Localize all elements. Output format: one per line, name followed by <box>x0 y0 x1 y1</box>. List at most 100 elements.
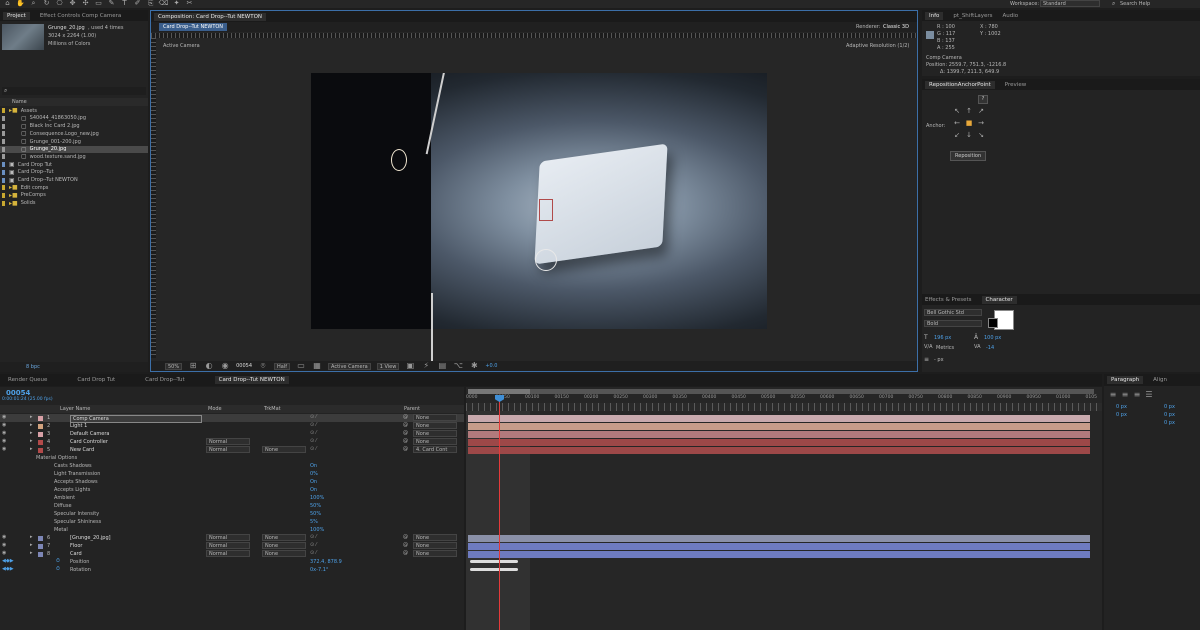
work-area-start[interactable] <box>468 389 530 394</box>
material-option-value[interactable]: 5% <box>310 519 318 525</box>
anchor-point-4[interactable]: ■ <box>964 119 974 129</box>
layer-row[interactable]: ◉ ▸ 6 [Grunge_20.jpg] Normal None ⊙ ⁄ @ None <box>0 534 464 542</box>
layer-row[interactable]: ◉ ▸ 7 Floor Normal None ⊙ ⁄ @ None <box>0 542 464 550</box>
camera-snapshot-icon[interactable]: ⌾ <box>258 361 268 371</box>
pickwhip-icon[interactable]: @ <box>403 422 408 428</box>
keyframe-graph[interactable] <box>470 560 518 563</box>
trkmat-dropdown[interactable]: None <box>262 534 306 541</box>
eye-icon[interactable]: ◉ <box>2 550 6 556</box>
layer-bar[interactable] <box>468 550 1090 558</box>
project-search[interactable]: ⌕ <box>2 87 146 95</box>
trkmat-dropdown[interactable]: None <box>262 542 306 549</box>
fast-preview-icon[interactable]: ⚡ <box>421 361 431 371</box>
zoom-icon[interactable]: ⌕ <box>28 0 39 8</box>
layer-bar[interactable] <box>468 542 1090 550</box>
tab-preview[interactable]: Preview <box>1005 82 1026 88</box>
project-item[interactable]: ▸■ Edit comps <box>0 184 148 192</box>
pen-icon[interactable]: ✎ <box>106 0 117 8</box>
justify-icon[interactable]: ☰ <box>1144 390 1154 400</box>
rect-icon[interactable]: ▭ <box>93 0 104 8</box>
keyframe-nav-icon[interactable]: ◀◆▶ <box>2 558 14 564</box>
mode-dropdown[interactable]: Normal <box>206 438 250 445</box>
space-before-value[interactable]: 0 px <box>1116 412 1127 418</box>
eye-icon[interactable]: ◉ <box>2 534 6 540</box>
expand-icon[interactable]: ▸ <box>30 414 33 420</box>
parent-dropdown[interactable]: None <box>413 438 457 445</box>
eye-icon[interactable]: ◉ <box>2 542 6 548</box>
parent-dropdown[interactable]: None <box>413 430 457 437</box>
move-icon[interactable]: ✣ <box>80 0 91 8</box>
switches[interactable]: ⊙ ⁄ <box>310 422 317 428</box>
switches[interactable]: ⊙ ⁄ <box>310 446 317 452</box>
layer-row[interactable]: ◉ ▸ 1 Comp Camera ⊙ ⁄ @ None <box>0 414 464 423</box>
layer-name[interactable]: Default Camera <box>70 431 109 437</box>
layer-bar[interactable] <box>468 438 1090 446</box>
space-after-value[interactable]: 0 px <box>1164 412 1175 418</box>
material-option-value[interactable]: On <box>310 463 317 469</box>
material-option-value[interactable]: 50% <box>310 511 321 517</box>
work-area-bar[interactable] <box>468 389 1094 394</box>
expand-icon[interactable]: ▸ <box>30 550 33 556</box>
trkmat-dropdown[interactable]: None <box>262 446 306 453</box>
layer-name[interactable]: Floor <box>70 543 82 549</box>
switches[interactable]: ⊙ ⁄ <box>310 438 317 444</box>
tab-character[interactable]: Character <box>981 295 1017 304</box>
card-object[interactable] <box>534 143 668 265</box>
align-left-icon[interactable]: ≡ <box>1108 390 1118 400</box>
toggle-pixel-icon[interactable]: ▣ <box>405 361 415 371</box>
timeline-icon[interactable]: ▤ <box>437 361 447 371</box>
comp-name-chip[interactable]: Card Drop--Tut NEWTON <box>159 23 228 31</box>
expand-icon[interactable]: ▸ <box>30 534 33 540</box>
pickwhip-icon[interactable]: @ <box>403 430 408 436</box>
eye-icon[interactable]: ◉ <box>2 446 6 452</box>
material-option-value[interactable]: 50% <box>310 503 321 509</box>
tab-effects-presets[interactable]: Effects & Presets <box>925 297 972 303</box>
material-option-value[interactable]: 100% <box>310 527 324 533</box>
roi-icon[interactable]: ▭ <box>296 361 306 371</box>
anchor-point-3[interactable]: ← <box>952 119 962 129</box>
tab-effect-controls[interactable]: Effect Controls Comp Camera <box>40 13 121 19</box>
stopwatch-icon[interactable]: ⏱ <box>56 558 60 564</box>
switches[interactable]: ⊙ ⁄ <box>310 534 317 540</box>
home-icon[interactable]: ⌂ <box>2 0 13 8</box>
label-color[interactable] <box>38 431 43 437</box>
property-value[interactable]: 372.4, 878.9 <box>310 559 342 565</box>
project-item[interactable]: ▢ S40044_41863050.jpg <box>0 115 148 123</box>
parent-dropdown[interactable]: 4. Card Cont <box>413 446 457 453</box>
layer-row[interactable]: ◉ ▸ 4 Card Controller Normal ⊙ ⁄ @ None <box>0 438 464 446</box>
pickwhip-icon[interactable]: @ <box>403 414 408 420</box>
style-dropdown[interactable]: Bold <box>924 320 982 327</box>
project-item[interactable]: ▸■ Solids <box>0 199 148 207</box>
material-option-value[interactable]: On <box>310 479 317 485</box>
reposition-button[interactable]: Reposition <box>950 151 987 161</box>
roto-icon[interactable]: ✂ <box>184 0 195 8</box>
expand-icon[interactable]: ▸ <box>30 542 33 548</box>
eye-icon[interactable]: ◉ <box>2 414 6 420</box>
stroke-width-value[interactable]: - px <box>934 357 944 363</box>
parent-dropdown[interactable]: None <box>413 534 457 541</box>
material-option-value[interactable]: 0% <box>310 471 318 477</box>
anchor-point-1[interactable]: ↑ <box>964 107 974 117</box>
workspace-dropdown[interactable]: Standard <box>1040 0 1100 7</box>
tracking-value[interactable]: -14 <box>986 345 994 351</box>
mode-dropdown[interactable]: Normal <box>206 542 250 549</box>
parent-dropdown[interactable]: None <box>413 414 457 421</box>
camera-icon[interactable]: ⎔ <box>54 0 65 8</box>
anchor-point-2[interactable]: ↗ <box>976 107 986 117</box>
puppet-icon[interactable]: ✦ <box>171 0 182 8</box>
tab-align[interactable]: Align <box>1153 377 1167 383</box>
expand-icon[interactable]: ▸ <box>30 446 33 452</box>
layer-row[interactable]: ◉ ▸ 3 Default Camera ⊙ ⁄ @ None <box>0 430 464 438</box>
project-item[interactable]: ▢ wood.texture.sand.jpg <box>0 153 148 161</box>
label-color[interactable] <box>38 423 43 429</box>
pickwhip-icon[interactable]: @ <box>403 534 408 540</box>
search-help[interactable]: Search Help <box>1120 1 1150 7</box>
zoom-dropdown[interactable]: 50% <box>165 362 183 370</box>
text-icon[interactable]: T <box>119 0 130 8</box>
leading-value[interactable]: 100 px <box>984 335 1001 341</box>
project-item[interactable]: ▸■ Assets <box>0 107 148 115</box>
font-size-value[interactable]: 196 px <box>934 335 951 341</box>
layer-row[interactable]: ◉ ▸ 2 Light 1 ⊙ ⁄ @ None <box>0 422 464 430</box>
layer-row[interactable]: ◉ ▸ 8 Card Normal None ⊙ ⁄ @ None <box>0 550 464 558</box>
current-time-indicator[interactable] <box>499 395 500 630</box>
